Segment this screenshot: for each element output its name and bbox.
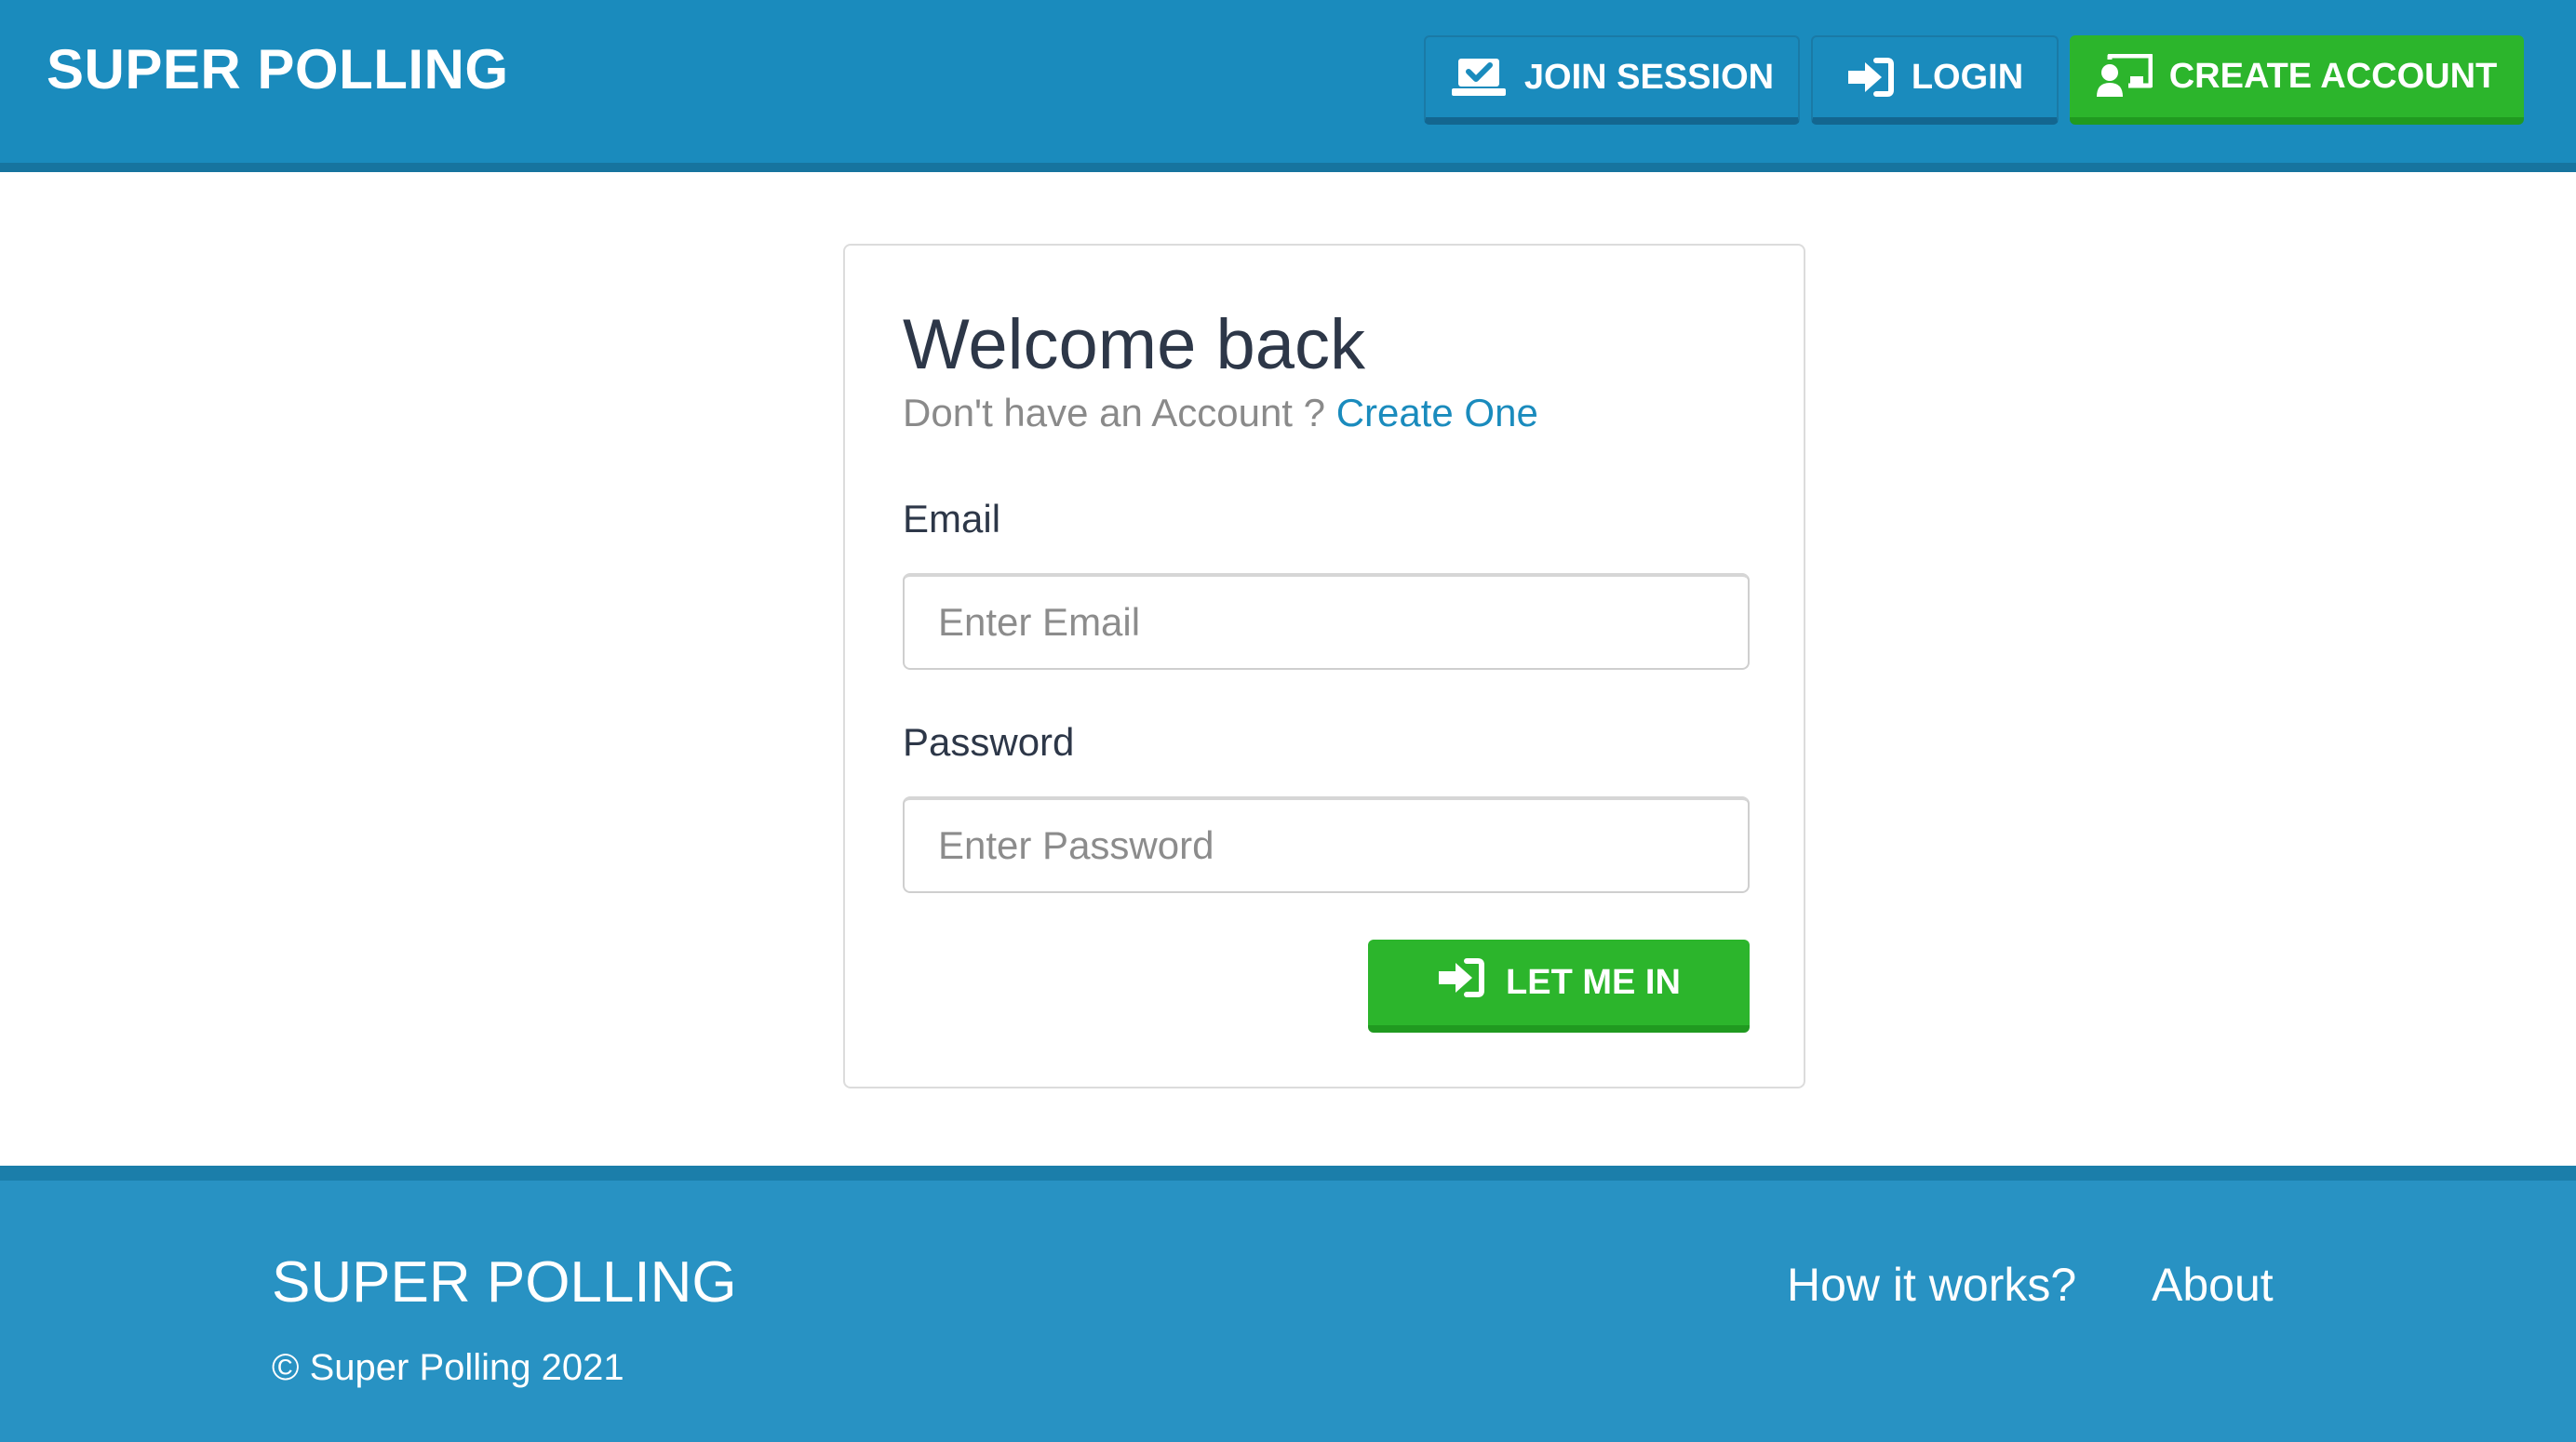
- footer-brand: SUPER POLLING: [272, 1250, 737, 1315]
- let-me-in-label: LET ME IN: [1506, 962, 1681, 1002]
- sign-in-icon: [1437, 957, 1485, 1008]
- copyright-text: © Super Polling 2021: [272, 1347, 624, 1388]
- login-card: Welcome back Don't have an Account ? Cre…: [843, 244, 1805, 1088]
- footer: SUPER POLLING © Super Polling 2021 How i…: [0, 1166, 2576, 1442]
- password-field[interactable]: [903, 796, 1750, 893]
- brand-logo[interactable]: SUPER POLLING: [47, 37, 509, 102]
- email-field[interactable]: [903, 573, 1750, 670]
- top-navbar: SUPER POLLING JOIN SESSION LOGIN CREATE …: [0, 0, 2576, 172]
- signup-prompt-text: Don't have an Account ?: [903, 391, 1326, 434]
- sign-in-icon: [1846, 57, 1895, 98]
- chalkboard-user-icon: [2096, 54, 2153, 99]
- create-one-link[interactable]: Create One: [1336, 391, 1538, 434]
- laptop-check-icon: [1450, 57, 1508, 98]
- email-label: Email: [903, 497, 1001, 541]
- create-account-label: CREATE ACCOUNT: [2168, 56, 2498, 96]
- let-me-in-button[interactable]: LET ME IN: [1368, 940, 1750, 1033]
- login-button[interactable]: LOGIN: [1811, 35, 2059, 125]
- login-label: LOGIN: [1911, 57, 2024, 97]
- about-link[interactable]: About: [2152, 1255, 2274, 1315]
- signup-prompt: Don't have an Account ? Create One: [903, 387, 1538, 439]
- create-account-button[interactable]: CREATE ACCOUNT: [2070, 35, 2524, 125]
- join-session-label: JOIN SESSION: [1523, 57, 1775, 97]
- join-session-button[interactable]: JOIN SESSION: [1424, 35, 1800, 125]
- page-title: Welcome back: [903, 305, 1366, 384]
- how-it-works-link[interactable]: How it works?: [1787, 1255, 2076, 1315]
- password-label: Password: [903, 720, 1075, 764]
